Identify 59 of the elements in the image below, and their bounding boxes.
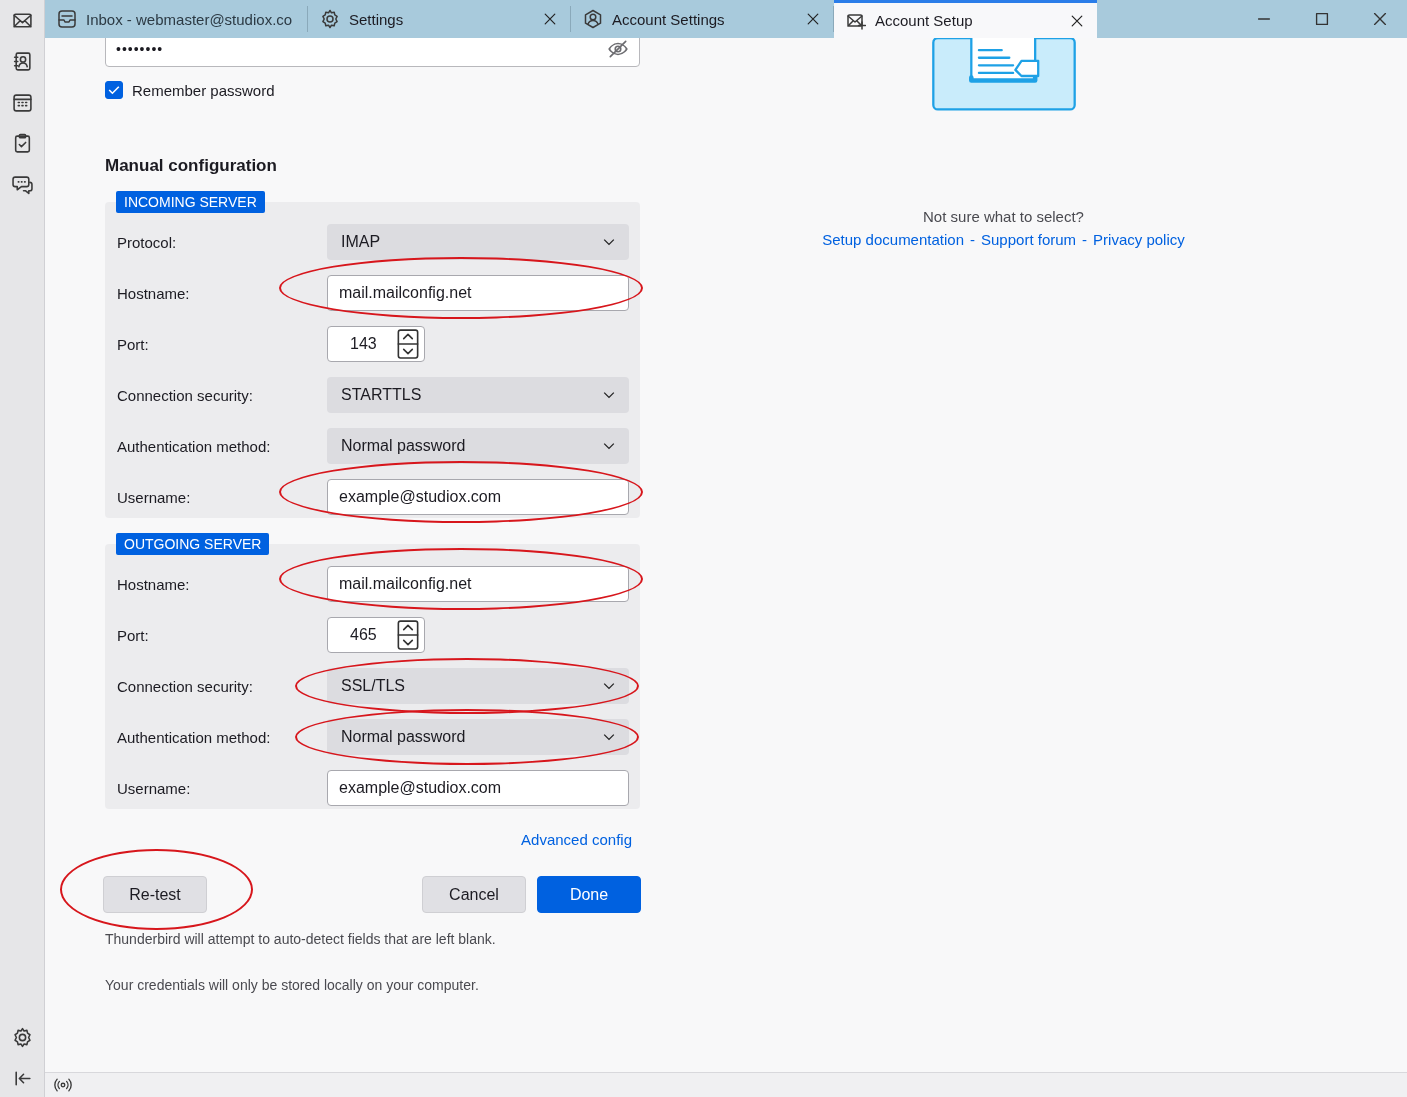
person-hexagon-icon	[583, 9, 603, 29]
input-field[interactable]: example@studiox.com	[327, 770, 629, 806]
tab[interactable]: Inbox - webmaster@studiox.co	[45, 6, 308, 32]
tab[interactable]: Settings	[308, 6, 571, 32]
close-icon[interactable]	[542, 11, 558, 27]
field-label: Port:	[117, 335, 150, 353]
broadcast-icon[interactable]	[53, 1076, 73, 1094]
calendar-icon[interactable]	[11, 92, 33, 113]
server-badge: INCOMING SERVER	[116, 191, 265, 213]
advanced-config-link[interactable]: Advanced config	[521, 831, 632, 848]
field-label: Hostname:	[117, 575, 191, 593]
field-label: Port:	[117, 626, 150, 644]
info-text: Thunderbird will attempt to auto-detect fields that are left blank.	[105, 931, 497, 947]
button[interactable]: Done	[537, 876, 641, 913]
help-link[interactable]: Privacy policy	[1093, 231, 1185, 248]
settings-icon[interactable]	[11, 1027, 33, 1048]
close-icon[interactable]	[1371, 10, 1389, 28]
dropdown[interactable]: STARTTLS	[327, 377, 629, 413]
dropdown[interactable]: IMAP	[327, 224, 629, 260]
field-label: Authentication method:	[117, 437, 272, 455]
field-label: Username:	[117, 488, 192, 506]
checkbox[interactable]	[105, 81, 123, 99]
separator-text: -	[1082, 231, 1088, 248]
inbox-tray-icon	[57, 9, 77, 29]
field-label: Connection security:	[117, 677, 254, 695]
maximize-icon[interactable]	[1313, 10, 1331, 28]
info-text: Your credentials will only be stored locally on your computer.	[105, 977, 480, 993]
password-field[interactable]: ••••••••	[105, 38, 640, 67]
input-field[interactable]: mail.mailconfig.net	[327, 275, 629, 311]
dropdown[interactable]: SSL/TLS	[327, 668, 629, 704]
port-field[interactable]: 465	[327, 617, 425, 653]
checkbox-label: Remember password	[132, 81, 275, 99]
field-label: Authentication method:	[117, 728, 272, 746]
help-link[interactable]: Setup documentation	[822, 231, 964, 248]
tab[interactable]: Account Setup	[834, 0, 1097, 38]
button[interactable]: Cancel	[422, 876, 526, 913]
field-label: Hostname:	[117, 284, 191, 302]
dropdown[interactable]: Normal password	[327, 428, 629, 464]
spin-arrows-icon[interactable]	[395, 329, 421, 359]
server-badge: OUTGOING SERVER	[116, 533, 270, 555]
eye-slash-icon[interactable]	[607, 38, 629, 60]
port-field[interactable]: 143	[327, 326, 425, 362]
chat-bubbles-icon[interactable]	[11, 174, 33, 195]
input-field[interactable]: example@studiox.com	[327, 479, 629, 515]
separator-text: -	[970, 231, 975, 248]
section-heading: Manual configuration	[105, 156, 278, 176]
help-text: Not sure what to select?	[923, 208, 1084, 225]
field-label: Connection security:	[117, 386, 254, 404]
spin-arrows-icon[interactable]	[395, 620, 421, 650]
dropdown[interactable]: Normal password	[327, 719, 629, 755]
button[interactable]: Re-test	[103, 876, 207, 913]
settings-icon	[320, 9, 340, 29]
address-book-icon[interactable]	[11, 51, 33, 72]
help-link[interactable]: Support forum	[981, 231, 1077, 248]
input-field[interactable]: mail.mailconfig.net	[327, 566, 629, 602]
field-label: Username:	[117, 779, 192, 797]
close-icon[interactable]	[805, 11, 821, 27]
mail-icon[interactable]	[11, 10, 33, 31]
field-label: Protocol:	[117, 233, 178, 251]
